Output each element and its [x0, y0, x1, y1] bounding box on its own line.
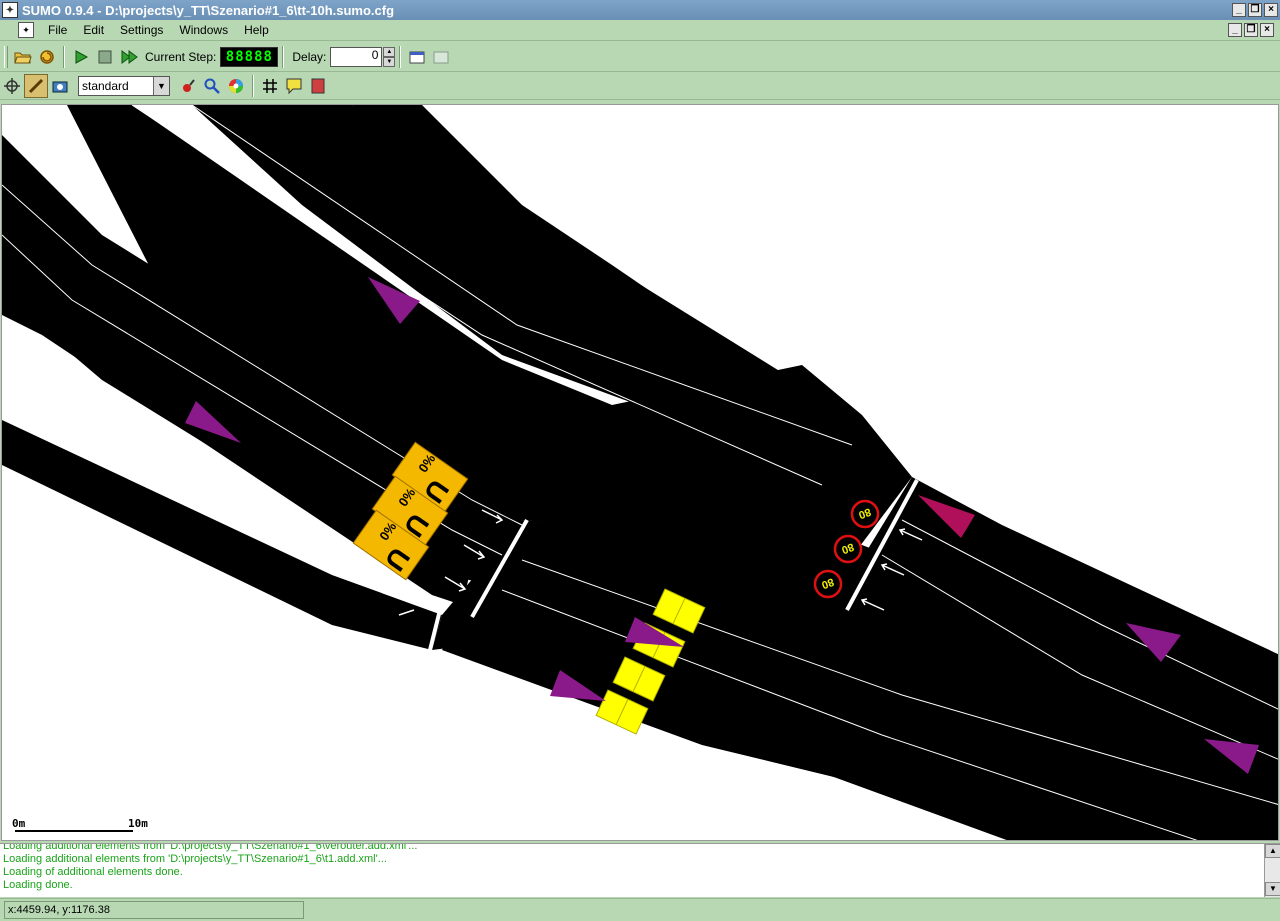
- color-scheme-value: standard: [82, 78, 129, 93]
- edit-icon[interactable]: [24, 73, 48, 98]
- new-3d-view-icon[interactable]: [429, 45, 453, 69]
- scale-line: [15, 830, 133, 832]
- road-network: 0% U 0% U 0% U 80 80 80: [2, 105, 1278, 840]
- speed-sign[interactable]: 80: [850, 499, 880, 529]
- speed-sign[interactable]: 80: [813, 569, 843, 599]
- toolbar-separator: [399, 45, 402, 68]
- window-title: SUMO 0.9.4 - D:\projects\y_TT\Szenario#1…: [22, 2, 395, 18]
- new-view-icon[interactable]: [405, 45, 429, 69]
- mdi-minimize-button[interactable]: _: [1228, 23, 1242, 37]
- delay-label: Delay:: [292, 49, 327, 64]
- scroll-up-icon[interactable]: ▲: [1265, 844, 1280, 858]
- recenter-view-icon[interactable]: [0, 74, 24, 98]
- spinner-down-icon[interactable]: ▼: [383, 56, 396, 67]
- mdi-close-button[interactable]: ×: [1260, 23, 1274, 37]
- window-controls: _ ❐ ×: [1232, 3, 1278, 17]
- color-wheel-icon[interactable]: [224, 74, 248, 98]
- close-button[interactable]: ×: [1264, 3, 1278, 17]
- menu-file[interactable]: File: [48, 23, 67, 37]
- spinner-up-icon[interactable]: ▲: [383, 46, 396, 57]
- title-bar: ✦ SUMO 0.9.4 - D:\projects\y_TT\Szenario…: [0, 0, 1280, 20]
- color-scheme-select[interactable]: standard ▼: [78, 75, 170, 96]
- search-icon[interactable]: [200, 74, 224, 98]
- toolbar-grip[interactable]: [4, 45, 8, 68]
- scale-bar: 0m 10m: [12, 817, 152, 837]
- breakpoint-icon[interactable]: [306, 74, 330, 98]
- message-line: Loading done.: [3, 879, 73, 891]
- minimize-button[interactable]: _: [1232, 3, 1246, 17]
- simulation-toolbar: Current Step: 88888 Delay: 0 ▲ ▼: [0, 42, 1280, 72]
- current-step-display: 88888: [220, 46, 279, 67]
- cursor-coordinates: x:4459.94, y:1176.38: [4, 901, 304, 919]
- tooltip-icon[interactable]: [282, 74, 306, 98]
- play-icon[interactable]: [69, 45, 93, 69]
- speed-sign[interactable]: 80: [833, 534, 863, 564]
- current-step-label: Current Step:: [145, 49, 217, 64]
- chevron-down-icon[interactable]: ▼: [153, 76, 169, 95]
- delay-input[interactable]: 0: [330, 46, 383, 67]
- grid-icon[interactable]: [258, 74, 282, 98]
- mdi-child-icon[interactable]: ✦: [18, 22, 34, 38]
- mdi-controls: _ ❐ ×: [1228, 23, 1274, 37]
- status-bar: x:4459.94, y:1176.38: [0, 898, 1280, 921]
- stop-icon[interactable]: [93, 45, 117, 69]
- toolbar-separator: [282, 45, 285, 68]
- reload-icon[interactable]: [35, 45, 59, 69]
- scroll-track[interactable]: [1265, 858, 1280, 882]
- message-lines: Loading additional elements from 'D:\pro…: [3, 843, 418, 892]
- message-window: Loading additional elements from 'D:\pro…: [0, 843, 1280, 897]
- menu-bar: ✦ File Edit Settings Windows Help _ ❐ ×: [0, 20, 1280, 41]
- sumo-app-icon[interactable]: ✦: [2, 2, 18, 18]
- scroll-down-icon[interactable]: ▼: [1265, 882, 1280, 896]
- view-toolbar: standard ▼: [0, 72, 1280, 100]
- message-line: Loading additional elements from 'D:\pro…: [3, 843, 418, 852]
- menu-edit[interactable]: Edit: [83, 23, 104, 37]
- mdi-restore-button[interactable]: ❐: [1244, 23, 1258, 37]
- network-view-canvas[interactable]: 0% U 0% U 0% U 80 80 80 0m 10m: [1, 104, 1279, 841]
- menu-windows[interactable]: Windows: [179, 23, 228, 37]
- menu-settings[interactable]: Settings: [120, 23, 163, 37]
- toolbar-separator: [252, 74, 254, 97]
- single-step-icon[interactable]: [117, 45, 141, 69]
- restore-button[interactable]: ❐: [1248, 3, 1262, 17]
- scale-end-label: 10m: [128, 817, 148, 830]
- message-line: Loading additional elements from 'D:\pro…: [3, 853, 387, 865]
- delay-spinner[interactable]: ▲ ▼: [383, 46, 396, 67]
- scale-start-label: 0m: [12, 817, 26, 830]
- menu-help[interactable]: Help: [244, 23, 269, 37]
- toolbar-separator: [63, 45, 65, 68]
- open-folder-icon[interactable]: [11, 45, 35, 69]
- camera-icon[interactable]: [48, 74, 72, 98]
- locate-icon[interactable]: [176, 74, 200, 98]
- message-line: Loading of additional elements done.: [3, 866, 183, 878]
- message-scrollbar[interactable]: ▲ ▼: [1264, 844, 1280, 897]
